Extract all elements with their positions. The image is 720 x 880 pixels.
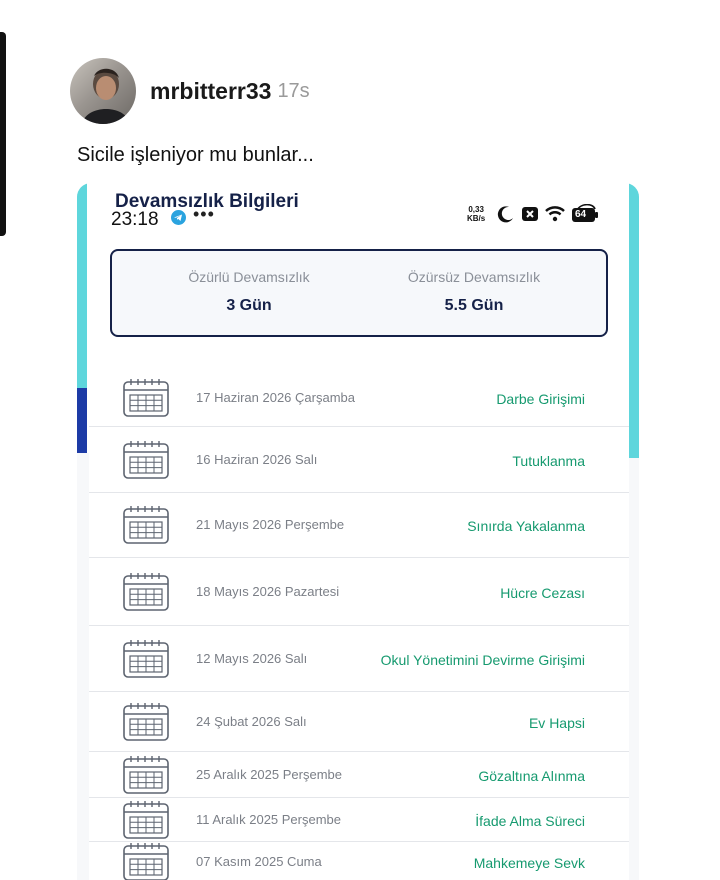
post-caption: Sicile işleniyor mu bunlar...	[77, 144, 314, 166]
absence-reason: Hücre Cezası	[500, 584, 585, 601]
calendar-icon	[122, 440, 170, 480]
absence-date: 07 Kasım 2025 Cuma	[196, 854, 322, 869]
calendar-icon	[122, 505, 170, 545]
status-clock: 23:18	[111, 209, 159, 230]
absence-reason: Ev Hapsi	[528, 714, 585, 731]
excused-label: Özürlü Devamsızlık	[188, 269, 310, 285]
left-accent-bar	[77, 183, 87, 388]
calendar-icon	[122, 702, 170, 742]
calendar-icon	[122, 842, 170, 880]
calendar-icon	[122, 755, 170, 795]
absence-date: 18 Mayıs 2026 Pazartesi	[196, 583, 340, 599]
absence-date: 11 Aralık 2025 Perşembe	[196, 811, 342, 827]
absence-row[interactable]: 17 Haziran 2026 Çarşamba Darbe Girişimi	[89, 370, 629, 427]
moon-icon	[497, 205, 515, 223]
absence-date: 24 Şubat 2026 Salı	[196, 713, 307, 729]
absence-row[interactable]: 25 Aralık 2025 Perşembe Gözaltına Alınma	[89, 752, 629, 798]
avatar[interactable]	[70, 58, 136, 124]
calendar-icon	[122, 800, 170, 840]
status-dots: •••	[193, 204, 215, 224]
wifi-icon	[545, 205, 565, 223]
battery-icon: 64	[571, 204, 599, 224]
absence-date: 12 Mayıs 2026 Salı	[196, 650, 308, 666]
battery-level: 64	[575, 209, 587, 220]
absence-reason: Gözaltına Alınma	[478, 767, 585, 784]
username[interactable]: mrbitterr33	[150, 78, 271, 105]
absence-reason: Darbe Girişimi	[496, 391, 585, 407]
left-accent-navy	[77, 388, 87, 453]
post-header: mrbitterr33 17s	[70, 58, 310, 124]
absence-row[interactable]: 18 Mayıs 2026 Pazartesi Hücre Cezası	[89, 558, 629, 626]
net-speed: 0,33 KB/s	[467, 205, 485, 223]
excused-summary: Özürlü Devamsızlık 3 Gün	[149, 269, 349, 315]
absence-date: 16 Haziran 2026 Salı	[196, 451, 318, 467]
absence-date: 21 Mayıs 2026 Perşembe	[196, 517, 345, 532]
calendar-icon	[122, 572, 170, 612]
calendar-icon	[122, 639, 170, 679]
absence-reason: Sınırda Yakalanma	[467, 518, 585, 534]
absence-row[interactable]: 21 Mayıs 2026 Perşembe Sınırda Yakalanma	[89, 493, 629, 558]
absence-reason: İfade Alma Süreci	[475, 812, 585, 829]
absence-reason: Tutuklanma	[512, 452, 585, 469]
absence-row[interactable]: 12 Mayıs 2026 Salı Okul Yönetimini Devirm…	[89, 626, 629, 692]
status-icons: 64	[497, 204, 599, 224]
absence-reason: Mahkemeye Sevk	[473, 855, 585, 871]
absence-row[interactable]: 11 Aralık 2025 Perşembe İfade Alma Süreci	[89, 798, 629, 842]
absence-summary-card: Özürlü Devamsızlık 3 Gün Özürsüz Devamsı…	[110, 249, 608, 337]
excused-value: 3 Gün	[226, 297, 272, 314]
absence-row[interactable]: 16 Haziran 2026 Salı Tutuklanma	[89, 427, 629, 493]
unexcused-summary: Özürsüz Devamsızlık 5.5 Gün	[374, 269, 574, 315]
net-speed-value: 0,33	[468, 205, 484, 214]
calendar-icon	[122, 378, 170, 418]
unexcused-label: Özürsüz Devamsızlık	[407, 269, 541, 285]
absence-row[interactable]: 24 Şubat 2026 Salı Ev Hapsi	[89, 692, 629, 752]
close-box-icon	[521, 205, 539, 223]
post-time: 17s	[277, 79, 310, 102]
absence-date: 25 Aralık 2025 Perşembe	[196, 766, 342, 782]
absence-reason: Okul Yönetimini Devirme Girişimi	[380, 651, 585, 668]
window-edge	[0, 32, 6, 236]
attached-screenshot[interactable]: Devamsızlık Bilgileri 23:18 ••• 0,33 KB/…	[77, 183, 639, 880]
absence-date: 17 Haziran 2026 Çarşamba	[196, 390, 355, 405]
telegram-icon	[171, 210, 186, 225]
absence-row[interactable]: 07 Kasım 2025 Cuma Mahkemeye Sevk	[89, 842, 629, 880]
unexcused-value: 5.5 Gün	[444, 297, 504, 314]
right-accent-bar	[629, 183, 639, 458]
net-speed-unit: KB/s	[467, 214, 486, 223]
